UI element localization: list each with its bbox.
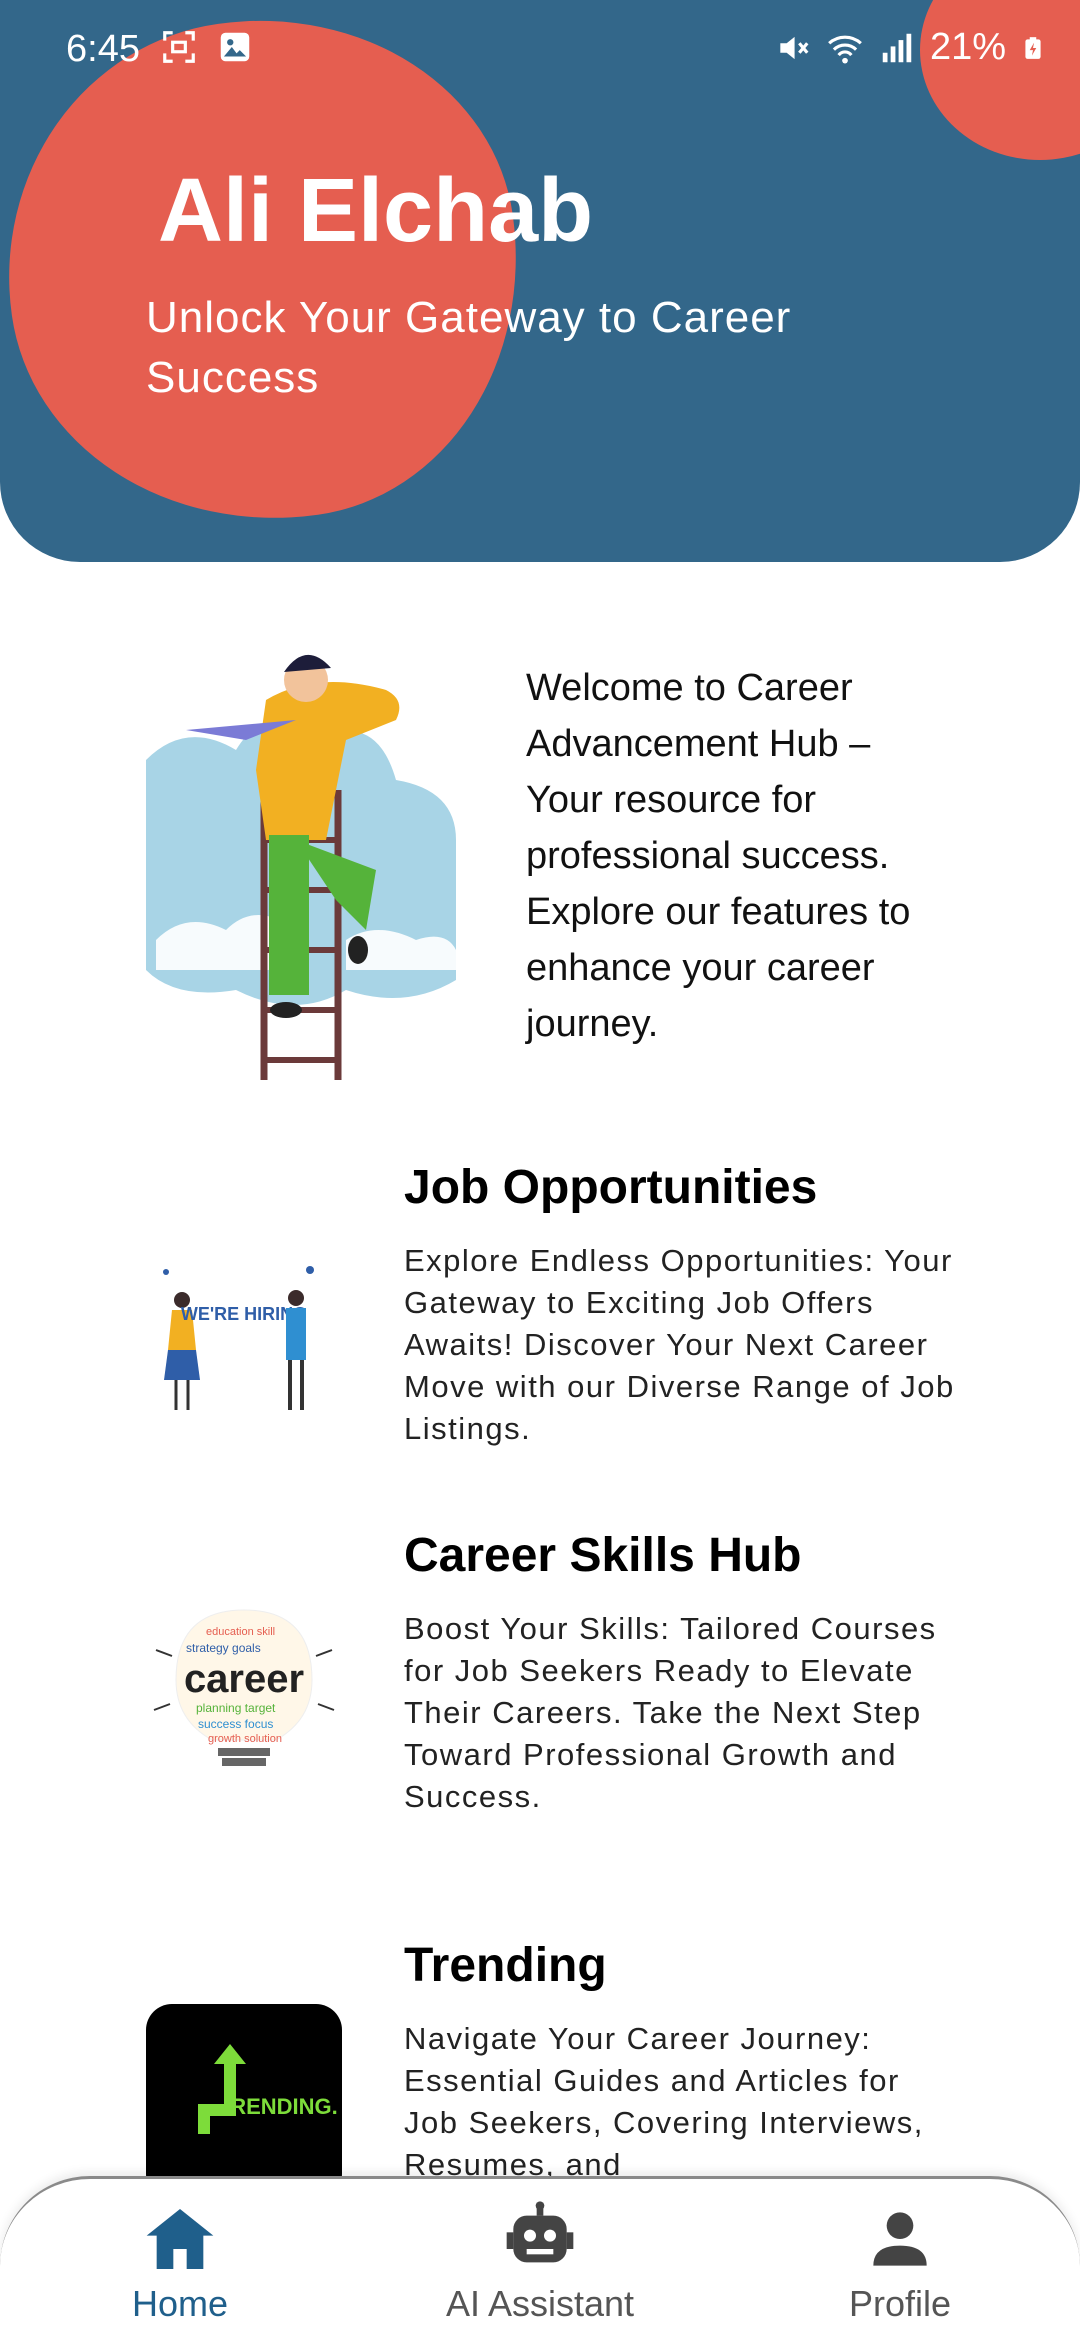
person-icon (873, 2212, 927, 2266)
career-ladder-illustration (146, 640, 456, 1080)
svg-text:growth solution: growth solution (208, 1733, 282, 1745)
page-subtitle: Unlock Your Gateway to Career Success (146, 293, 792, 402)
welcome-text: Welcome to Career Advancement Hub – Your… (526, 667, 911, 1045)
trending-illustration: RENDING. (146, 2004, 342, 2200)
robot-icon (506, 2201, 574, 2263)
status-bar: 6:45 21% (0, 0, 1080, 96)
svg-text:education skill: education skill (206, 1626, 275, 1638)
svg-text:planning target: planning target (196, 1701, 276, 1715)
hiring-illustration: WE'RE HIRING (146, 1240, 342, 1436)
feature-title: Career Skills Hub (404, 1529, 802, 1582)
feature-description: Explore Endless Opportunities: Your Gate… (404, 1243, 955, 1446)
career-wordcloud-illustration: education skill strategy goals career pl… (146, 1590, 342, 1786)
nav-home-label: Home (131, 2283, 229, 2324)
home-icon (146, 2209, 214, 2269)
nav-home[interactable]: Home (60, 2199, 300, 2325)
page-title: Ali Elchab (158, 161, 594, 261)
feature-title: Job Opportunities (404, 1161, 818, 1214)
battery-percent: 21% (929, 26, 1006, 68)
wifi-icon (828, 35, 862, 64)
feature-title: Trending (404, 1939, 607, 1992)
nav-ai-assistant[interactable]: AI Assistant (420, 2199, 660, 2325)
bottom-navigation: Home AI Assistant Profile (0, 2176, 1080, 2343)
nav-profile[interactable]: Profile (780, 2199, 1020, 2325)
signal-icon (882, 33, 912, 62)
status-time: 6:45 (66, 28, 140, 70)
mute-icon (780, 36, 809, 59)
career-image-text: career (184, 1657, 304, 1701)
battery-charging-icon (1025, 36, 1041, 59)
nav-profile-label: Profile (848, 2283, 952, 2324)
screenshot-icon (163, 31, 195, 63)
svg-text:strategy goals: strategy goals (186, 1641, 261, 1655)
trending-image-text: RENDING. (230, 2094, 338, 2119)
svg-text:success focus: success focus (198, 1717, 273, 1731)
gallery-icon (220, 32, 250, 62)
feature-description: Boost Your Skills: Tailored Courses for … (404, 1611, 937, 1814)
feature-description: Navigate Your Career Journey: Essential … (404, 2021, 924, 2182)
nav-ai-label: AI Assistant (445, 2283, 635, 2324)
